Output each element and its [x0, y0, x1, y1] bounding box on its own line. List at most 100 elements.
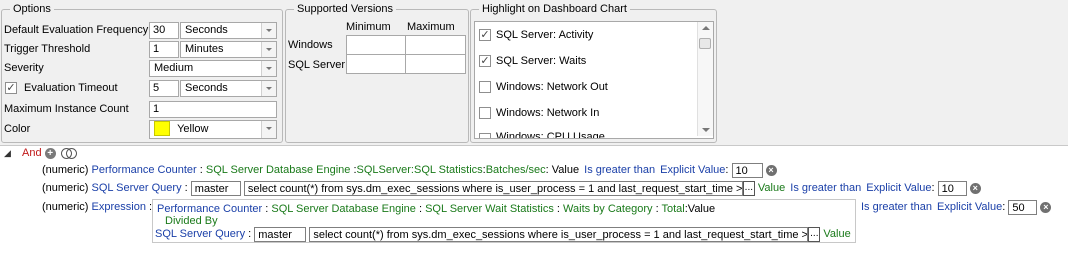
evaluation-timeout-checkbox[interactable]: ✓ — [5, 82, 17, 94]
collapse-triangle-icon[interactable]: ◢ — [4, 148, 11, 158]
row2-more-button[interactable]: ... — [742, 180, 755, 196]
scroll-down-icon[interactable] — [702, 128, 710, 132]
col-maximum: Maximum — [407, 21, 455, 33]
windows-max-cell[interactable] — [405, 35, 466, 55]
highlight-item-1-checkbox[interactable]: ✓ — [479, 55, 491, 67]
sqlserver-min-cell[interactable] — [346, 54, 406, 74]
row1-operator[interactable]: Is greater than — [584, 164, 655, 176]
row3-operator[interactable]: Is greater than — [861, 201, 932, 213]
row3-explicit[interactable]: Explicit Value — [937, 201, 1002, 213]
expr-sep: : — [265, 203, 269, 215]
trigger-threshold-unit-select[interactable]: Minutes — [180, 41, 277, 58]
supported-versions-legend: Supported Versions — [297, 3, 394, 15]
highlight-item-0-checkbox[interactable]: ✓ — [479, 29, 491, 41]
row1-sep4: : — [545, 164, 549, 176]
expr-object[interactable]: SQL Server Database Engine — [271, 203, 416, 215]
row2-threshold-input[interactable]: 10 — [937, 180, 967, 196]
condition-row-1[interactable]: (numeric) Performance Counter : SQL Serv… — [42, 161, 777, 179]
chevron-down-icon — [261, 81, 276, 96]
and-operator[interactable]: And — [22, 147, 42, 159]
highlight-item-3-label: Windows: Network In — [496, 107, 600, 119]
row-sql-server: SQL Server — [288, 59, 346, 71]
chevron-down-icon — [261, 121, 276, 138]
row2-sep2: : — [931, 182, 935, 194]
scroll-up-icon[interactable] — [702, 26, 710, 30]
q-more-button[interactable]: ... — [808, 226, 821, 242]
sqlserver-max-cell[interactable] — [405, 54, 466, 74]
row2-remove-icon[interactable]: × — [969, 182, 981, 194]
default-eval-frequency-label: Default Evaluation Frequency — [4, 24, 149, 36]
add-group-icon[interactable] — [60, 147, 77, 159]
row3-type: (numeric) — [42, 201, 89, 213]
color-label: Color — [4, 123, 31, 135]
condition-row-2[interactable]: (numeric) SQL Server Query : master sele… — [42, 179, 981, 197]
trigger-threshold-label: Trigger Threshold — [4, 43, 91, 55]
default-eval-frequency-input[interactable]: 30 — [149, 22, 179, 39]
highlight-scrollbar[interactable] — [697, 22, 713, 136]
q-query-input[interactable]: select count(*) from sys.dm_exec_session… — [309, 226, 809, 242]
highlight-item-3-checkbox[interactable] — [479, 107, 491, 119]
condition-row-3[interactable]: (numeric) Expression : — [42, 198, 152, 216]
severity-select[interactable]: Medium — [149, 60, 277, 77]
options-legend: Options — [13, 3, 51, 15]
scroll-thumb[interactable] — [699, 38, 711, 49]
expr-instance[interactable]: Waits by Category — [563, 203, 652, 215]
q-db-input[interactable]: master — [254, 226, 307, 242]
row3-threshold-input[interactable]: 50 — [1008, 199, 1038, 215]
highlight-item-4-checkbox[interactable] — [479, 133, 491, 138]
row1-source[interactable]: Performance Counter — [92, 164, 197, 176]
expression-box[interactable]: Performance Counter : SQL Server Databas… — [152, 199, 856, 243]
q-source[interactable]: SQL Server Query — [155, 228, 245, 240]
chevron-down-icon — [261, 61, 276, 76]
row-windows: Windows — [288, 39, 333, 51]
row2-type: (numeric) — [42, 182, 89, 194]
expr-sep3: : — [556, 203, 560, 215]
add-condition-icon[interactable]: + — [44, 147, 56, 159]
row2-operator[interactable]: Is greater than — [790, 182, 861, 194]
trigger-threshold-input[interactable]: 1 — [149, 41, 179, 58]
row2-value-label: Value — [757, 182, 786, 194]
row1-type: (numeric) — [42, 164, 89, 176]
expr-sep4: : — [655, 203, 659, 215]
row2-db-input[interactable]: master — [190, 180, 241, 196]
evaluation-timeout-unit-select[interactable]: Seconds — [180, 80, 277, 97]
highlight-item-2-checkbox[interactable] — [479, 81, 491, 93]
row1-explicit[interactable]: Explicit Value — [660, 164, 725, 176]
q-sep: : — [248, 228, 252, 240]
highlight-item-0-label: SQL Server: Activity — [496, 29, 594, 41]
row1-object[interactable]: SQL Server Database Engine — [206, 164, 351, 176]
chevron-down-icon — [261, 23, 276, 38]
highlight-list[interactable]: ✓ SQL Server: Activity ✓ SQL Server: Wai… — [474, 21, 714, 139]
expression-line-1: Performance Counter : SQL Server Databas… — [157, 200, 715, 218]
windows-min-cell[interactable] — [346, 35, 406, 55]
row3-comparison: Is greater than Explicit Value: 50 × — [861, 198, 1052, 216]
highlight-item-2-label: Windows: Network Out — [496, 81, 608, 93]
expr-counter[interactable]: SQL Server Wait Statistics — [425, 203, 554, 215]
expression-line-3: SQL Server Query : master select count(*… — [155, 225, 851, 243]
row3-remove-icon[interactable]: × — [1040, 201, 1052, 213]
row1-counter[interactable]: SQLServer:SQL Statistics — [357, 164, 483, 176]
chevron-down-icon — [261, 42, 276, 57]
color-swatch — [154, 120, 170, 136]
max-instance-count-input[interactable]: 1 — [149, 101, 277, 118]
highlight-item-1-label: SQL Server: Waits — [496, 55, 587, 67]
row2-source[interactable]: SQL Server Query — [92, 182, 182, 194]
row2-explicit[interactable]: Explicit Value — [866, 182, 931, 194]
row1-instance[interactable]: Batches/sec — [486, 164, 546, 176]
color-select[interactable]: Yellow — [149, 120, 277, 139]
default-eval-frequency-unit-select[interactable]: Seconds — [180, 22, 277, 39]
col-minimum: Minimum — [346, 21, 391, 33]
trigger-threshold-unit: Minutes — [185, 43, 224, 55]
row3-sep2: : — [1002, 201, 1006, 213]
row1-threshold-input[interactable]: 10 — [731, 162, 763, 178]
evaluation-timeout-input[interactable]: 5 — [149, 80, 179, 97]
row3-source[interactable]: Expression — [92, 201, 146, 213]
row2-query-input[interactable]: select count(*) from sys.dm_exec_session… — [243, 180, 743, 196]
row1-remove-icon[interactable]: × — [765, 164, 777, 176]
expr-total[interactable]: Total — [661, 203, 684, 215]
evaluation-timeout-unit: Seconds — [185, 82, 228, 94]
evaluation-timeout-label: Evaluation Timeout — [24, 82, 118, 94]
max-instance-count-label: Maximum Instance Count — [4, 103, 129, 115]
q-value-label: Value — [823, 228, 851, 240]
highlight-legend: Highlight on Dashboard Chart — [482, 3, 627, 15]
